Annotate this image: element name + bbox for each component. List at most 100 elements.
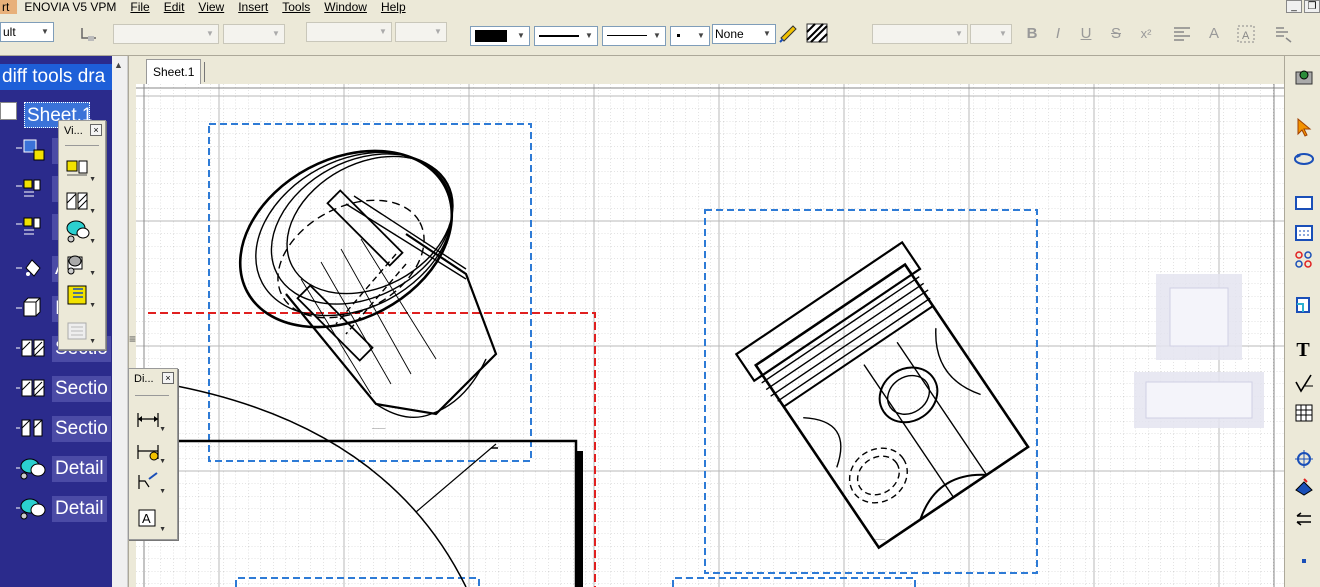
font-combo[interactable]: ▼ [113, 24, 219, 44]
select-arrow-icon[interactable] [1293, 116, 1313, 137]
clipping-button[interactable]: ▼ [65, 251, 96, 277]
tree-expand-box[interactable] [0, 102, 17, 120]
drawing-canvas[interactable]: ______ ______ [136, 84, 1284, 587]
menu-start[interactable]: rt [0, 0, 18, 14]
break-view-button[interactable]: ▼ [65, 283, 96, 309]
chevron-down-icon: ▼ [89, 238, 96, 245]
section-view-icon [66, 192, 88, 210]
wizard-button[interactable]: ▼ [65, 319, 96, 345]
analysis-icon[interactable] [1293, 294, 1313, 314]
restore-button[interactable]: ❐ [1304, 0, 1320, 13]
tab-sheet-1[interactable]: Sheet.1 [146, 59, 202, 84]
link-icon[interactable] [78, 24, 98, 44]
minimize-button[interactable]: _ [1286, 0, 1302, 13]
section-button[interactable]: ▼ [65, 189, 96, 215]
chevron-down-icon: ▼ [206, 29, 214, 38]
properties-toolbar: ult ▼ ▼ ▼ ▼ ▼ ▼ ▼ ▼ ▼ None ▼ ▼ ▼ B I U S… [0, 14, 1320, 56]
panel-grip [65, 145, 99, 146]
arrow-tool-icon[interactable] [1293, 508, 1313, 528]
color-combo[interactable]: ▼ [470, 26, 530, 46]
tree-scrollbar[interactable]: ▲ [112, 56, 128, 587]
window-controls: _ ❐ [1284, 0, 1320, 13]
close-icon[interactable]: × [90, 124, 102, 136]
text-size-combo[interactable]: ▼ [970, 24, 1012, 44]
tree-item-detail-2[interactable]: Detail [0, 494, 112, 522]
detail-view-icon [66, 220, 90, 243]
chevron-down-icon: ▼ [955, 29, 963, 38]
italic-button[interactable]: I [1048, 24, 1068, 44]
menu-tools[interactable]: Tools [275, 0, 317, 14]
drafting-workbench-icon[interactable] [1293, 66, 1313, 86]
text-frame-box-icon[interactable]: A [1236, 24, 1256, 44]
tolerance-dimension-button[interactable]: ▼ [135, 439, 166, 465]
menu-edit[interactable]: Edit [157, 0, 192, 14]
constraint-icon[interactable] [1293, 248, 1313, 268]
text-font-combo[interactable]: ▼ [872, 24, 968, 44]
tree-item-detail-1[interactable]: Detail [0, 454, 112, 482]
update-icon[interactable] [1293, 148, 1314, 168]
align-left-icon[interactable] [1172, 24, 1192, 44]
hatch-pattern-icon[interactable] [806, 22, 828, 43]
point-icon[interactable] [1293, 550, 1313, 570]
frame-icon[interactable] [1293, 192, 1313, 212]
view-icon [16, 217, 41, 235]
area-fill-icon[interactable] [1293, 476, 1313, 496]
menu-help[interactable]: Help [374, 0, 413, 14]
menu-view[interactable]: View [191, 0, 231, 14]
chevron-down-icon: ▼ [159, 458, 166, 465]
chevron-down-icon: ▼ [89, 338, 96, 345]
line-thickness-combo[interactable]: None ▼ [712, 24, 776, 44]
menu-insert[interactable]: Insert [231, 0, 275, 14]
text-tool-button[interactable]: T [1293, 340, 1313, 360]
menu-file[interactable]: File [123, 0, 156, 14]
bold-button[interactable]: B [1022, 24, 1042, 44]
font-size-combo[interactable]: ▼ [223, 24, 285, 44]
splitter-grip-icon[interactable]: ≡ [129, 332, 136, 346]
chevron-down-icon: ▼ [999, 29, 1007, 38]
tree-root-title[interactable]: diff tools dra [0, 64, 112, 90]
dimension-edit-button[interactable]: ▼ [135, 469, 166, 495]
text-annotation-button[interactable]: A ▼ [135, 507, 166, 533]
section-view-icon [16, 379, 45, 397]
center-mark-icon[interactable] [1293, 448, 1313, 468]
right-vertical-toolbar: T [1284, 56, 1320, 587]
chevron-down-icon: ▼ [89, 302, 96, 309]
close-icon[interactable]: × [162, 372, 174, 384]
chevron-down-icon: ▼ [653, 31, 661, 40]
text-frame-button[interactable]: A [1204, 24, 1224, 44]
grid-snap-icon[interactable] [1293, 222, 1313, 242]
menu-enovia[interactable]: ENOVIA V5 VPM [17, 0, 123, 14]
dimension-icon [137, 413, 159, 427]
point-style-combo[interactable]: ▼ [670, 26, 710, 46]
scroll-up-icon[interactable]: ▲ [114, 60, 123, 70]
chevron-down-icon: ▼ [763, 29, 771, 38]
paint-brush-icon[interactable] [778, 22, 798, 43]
chevron-down-icon: ▼ [434, 27, 442, 36]
underline-button[interactable]: U [1076, 24, 1096, 44]
strike-button[interactable]: S [1106, 24, 1126, 44]
dimensions-button[interactable]: ▼ [135, 407, 166, 433]
tolerance-combo[interactable]: ▼ [395, 22, 447, 42]
line-thickness-value: None [715, 27, 744, 41]
menu-window[interactable]: Window [317, 0, 374, 14]
anchor-point-icon[interactable] [1272, 24, 1292, 44]
svg-text:A: A [142, 511, 151, 526]
roughness-symbol-icon[interactable] [1293, 372, 1313, 393]
dimension-style-combo[interactable]: ▼ [306, 22, 392, 42]
views-toolbar-panel[interactable]: Vi... × ▼ ▼ ▼ ▼ ▼ ▼ [58, 120, 106, 350]
drawing-sheet[interactable]: ______ ______ [136, 84, 1284, 587]
linetype-combo[interactable]: ▼ [534, 26, 598, 46]
detail-button[interactable]: ▼ [65, 219, 96, 245]
superscript-button[interactable]: x² [1136, 24, 1156, 44]
break-view-icon [67, 285, 87, 305]
table-icon[interactable] [1293, 402, 1313, 422]
front-view-button[interactable]: ▼ [65, 157, 96, 183]
style-combo[interactable]: ult ▼ [0, 22, 54, 42]
line-weight-combo[interactable]: ▼ [602, 26, 666, 46]
dimensioning-toolbar-panel[interactable]: Di... × ▼ ▼ ▼ A ▼ [128, 368, 178, 540]
tree-item-section-2[interactable]: Sectio [0, 374, 112, 402]
tree-item-label: Detail [52, 496, 107, 522]
text-annotation-icon: A [138, 509, 156, 527]
tree-item-section-3[interactable]: Sectio [0, 414, 112, 442]
chevron-down-icon: ▼ [517, 31, 525, 40]
